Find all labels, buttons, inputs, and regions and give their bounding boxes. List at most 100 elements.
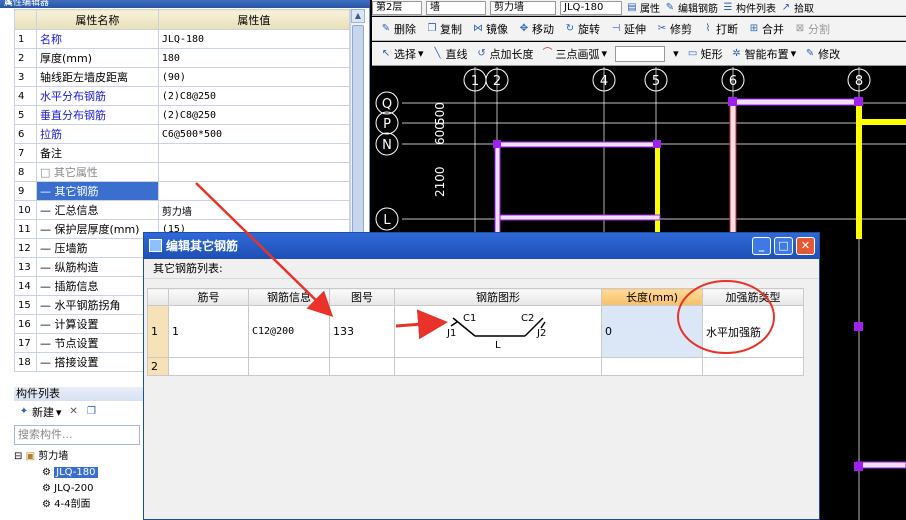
shape-select[interactable] bbox=[615, 45, 666, 62]
bar-no-cell[interactable]: 1 bbox=[168, 305, 249, 358]
merge-button[interactable]: ⊞ 合并 bbox=[748, 21, 784, 37]
select-button[interactable]: ↖ 选择 ▾ bbox=[380, 46, 424, 62]
rotate-button[interactable]: ↻ 旋转 bbox=[564, 21, 600, 37]
axis-label: P bbox=[383, 117, 391, 132]
rebar-shape-cell[interactable] bbox=[394, 357, 602, 376]
table-row[interactable]: 2 bbox=[147, 357, 804, 376]
smart-layout-button[interactable]: ✲ 智能布置 ▾ bbox=[731, 46, 796, 62]
reinforcement-type-cell[interactable]: 水平加强筋 bbox=[702, 305, 804, 358]
extend-button[interactable]: ⊣ 延伸 bbox=[610, 21, 646, 37]
properties-button[interactable]: ▤ 属性 bbox=[626, 0, 660, 16]
gear-icon: ⚙ bbox=[42, 499, 51, 510]
row-number: 3 bbox=[14, 67, 37, 87]
gear-icon: ⚙ bbox=[42, 467, 51, 478]
property-row[interactable]: 7 备注 bbox=[14, 143, 351, 163]
modify-icon: ✎ bbox=[805, 47, 815, 59]
property-row[interactable]: 6 拉筋 C6@500*500 bbox=[14, 124, 351, 144]
move-button[interactable]: ✥ 移动 bbox=[518, 21, 554, 37]
dimension-text: 500 bbox=[433, 102, 447, 125]
header-rebar-info: 钢筋信息 bbox=[248, 288, 330, 306]
scroll-thumb[interactable] bbox=[352, 25, 364, 233]
modify-button[interactable]: ✎ 修改 bbox=[804, 46, 840, 62]
break-button[interactable]: ⌇ 打断 bbox=[702, 21, 738, 37]
subtype-select[interactable]: 剪力墙 bbox=[490, 0, 556, 15]
rectangle-button[interactable]: ▭ 矩形 bbox=[687, 46, 723, 62]
line-button[interactable]: ╲ 直线 bbox=[432, 46, 468, 62]
new-button[interactable]: ✦ 新建 ▾ bbox=[18, 404, 62, 420]
row-number: 9 bbox=[14, 181, 37, 201]
property-value[interactable]: (2)C8@250 bbox=[157, 86, 351, 106]
property-value[interactable] bbox=[157, 162, 351, 182]
table-row[interactable]: 1 1 C12@200 133 J1 C1 C2 J2 L 0 水平加强筋 bbox=[147, 305, 804, 358]
property-value[interactable]: 剪力墙 bbox=[157, 200, 351, 220]
close-icon[interactable]: ✕ bbox=[4, 0, 364, 7]
scroll-up-icon[interactable]: ▲ bbox=[351, 9, 365, 23]
split-button[interactable]: ⊠ 分割 bbox=[794, 21, 830, 37]
three-point-arc-button[interactable]: ⌒ 三点画弧 ▾ bbox=[542, 46, 608, 62]
tree-item[interactable]: ⚙ JLQ-180 bbox=[14, 465, 144, 481]
dropdown-arrow-icon: ▾ bbox=[56, 405, 62, 419]
minimize-button[interactable]: _ bbox=[752, 237, 771, 255]
property-row[interactable]: 9— 其它钢筋 bbox=[14, 181, 351, 201]
figure-no-cell[interactable]: 133 bbox=[329, 305, 395, 358]
bar-no-cell[interactable] bbox=[168, 357, 249, 376]
point-length-button[interactable]: ↺ 点加长度 bbox=[476, 46, 533, 62]
property-row[interactable]: 2 厚度(mm) 180 bbox=[14, 48, 351, 68]
rebar-info-cell[interactable]: C12@200 bbox=[248, 305, 330, 358]
tree-item[interactable]: ⚙ 4-4剖面 bbox=[14, 497, 144, 513]
close-button[interactable]: ✕ bbox=[796, 237, 815, 255]
shape-label-c2: C2 bbox=[521, 313, 534, 324]
list-icon: ☰ bbox=[723, 1, 733, 13]
edit-rebar-button[interactable]: ✎ 编辑钢筋 bbox=[664, 0, 718, 16]
property-value[interactable]: JLQ-180 bbox=[157, 29, 351, 49]
property-row[interactable]: 3 轴线距左墙皮距离 (90) bbox=[14, 67, 351, 87]
trim-label: 修剪 bbox=[670, 22, 692, 36]
property-name: — 节点设置 bbox=[35, 333, 159, 353]
rebar-info-cell[interactable] bbox=[248, 357, 330, 376]
tree-item-label: JLQ-200 bbox=[54, 483, 94, 494]
figure-no-cell[interactable] bbox=[329, 357, 395, 376]
tree-item[interactable]: ⚙ JLQ-200 bbox=[14, 481, 144, 497]
component-select[interactable]: JLQ-180 bbox=[560, 0, 622, 15]
property-row[interactable]: 4 水平分布钢筋 (2)C8@250 bbox=[14, 86, 351, 106]
length-cell[interactable]: 0 bbox=[601, 305, 703, 358]
pick-button[interactable]: ↗ 拾取 bbox=[780, 0, 814, 16]
property-row[interactable]: 1 名称 JLQ-180 bbox=[14, 29, 351, 49]
property-name: 水平分布钢筋 bbox=[35, 86, 159, 106]
rotate-icon: ↻ bbox=[565, 22, 575, 34]
copy-icon[interactable]: ❐ bbox=[86, 406, 98, 418]
property-row[interactable]: 5 垂直分布钢筋 (2)C8@250 bbox=[14, 105, 351, 125]
rectangle-icon: ▭ bbox=[687, 47, 698, 59]
layer-select[interactable]: 第2层 bbox=[372, 0, 422, 15]
header-reinforcement-type: 加强筋类型 bbox=[702, 288, 804, 306]
property-value[interactable] bbox=[157, 181, 351, 201]
mirror-button[interactable]: ⋈ 镜像 bbox=[472, 21, 508, 37]
component-list-panel: 构件列表 ✦ 新建 ▾ ✕ ❐ 搜索构件... ⊟ ▣ 剪力墙 ⚙ JLQ-180 … bbox=[14, 387, 144, 520]
rebar-shape-cell[interactable]: J1 C1 C2 J2 L bbox=[394, 305, 602, 358]
delete-icon[interactable]: ✕ bbox=[68, 406, 80, 418]
collapse-icon[interactable]: ⊟ bbox=[14, 451, 22, 462]
property-value[interactable]: (2)C8@250 bbox=[157, 105, 351, 125]
property-row[interactable]: 10— 汇总信息 剪力墙 bbox=[14, 200, 351, 220]
property-value[interactable]: (90) bbox=[157, 67, 351, 87]
row-number: 14 bbox=[14, 276, 37, 296]
property-value[interactable] bbox=[157, 143, 351, 163]
component-list-button[interactable]: ☰ 构件列表 bbox=[722, 0, 776, 16]
delete-button[interactable]: ✎ 删除 bbox=[380, 21, 416, 37]
tree-root[interactable]: ⊟ ▣ 剪力墙 bbox=[14, 449, 144, 465]
reinforcement-type-cell[interactable] bbox=[702, 357, 804, 376]
shape-label-j1: J1 bbox=[446, 328, 456, 339]
pick-label: 拾取 bbox=[794, 4, 814, 15]
top-toolbar: 第2层 墙 剪力墙 JLQ-180 ▤ 属性 ✎ 编辑钢筋 ☰ 构件列表 ↗ 拾取 bbox=[372, 0, 906, 16]
type-select[interactable]: 墙 bbox=[426, 0, 486, 15]
property-value[interactable]: 180 bbox=[157, 48, 351, 68]
maximize-button[interactable]: □ bbox=[774, 237, 793, 255]
property-value[interactable]: C6@500*500 bbox=[157, 124, 351, 144]
property-row[interactable]: 8 □ 其它属性 bbox=[14, 162, 351, 182]
component-search-input[interactable]: 搜索构件... bbox=[14, 425, 140, 445]
dialog-titlebar[interactable]: 编辑其它钢筋 _ □ ✕ bbox=[144, 233, 819, 259]
dropdown-arrow-icon[interactable]: ▾ bbox=[673, 47, 679, 60]
length-cell[interactable] bbox=[601, 357, 703, 376]
trim-button[interactable]: ✂ 修剪 bbox=[656, 21, 692, 37]
copy-button[interactable]: ❐ 复制 bbox=[426, 21, 462, 37]
